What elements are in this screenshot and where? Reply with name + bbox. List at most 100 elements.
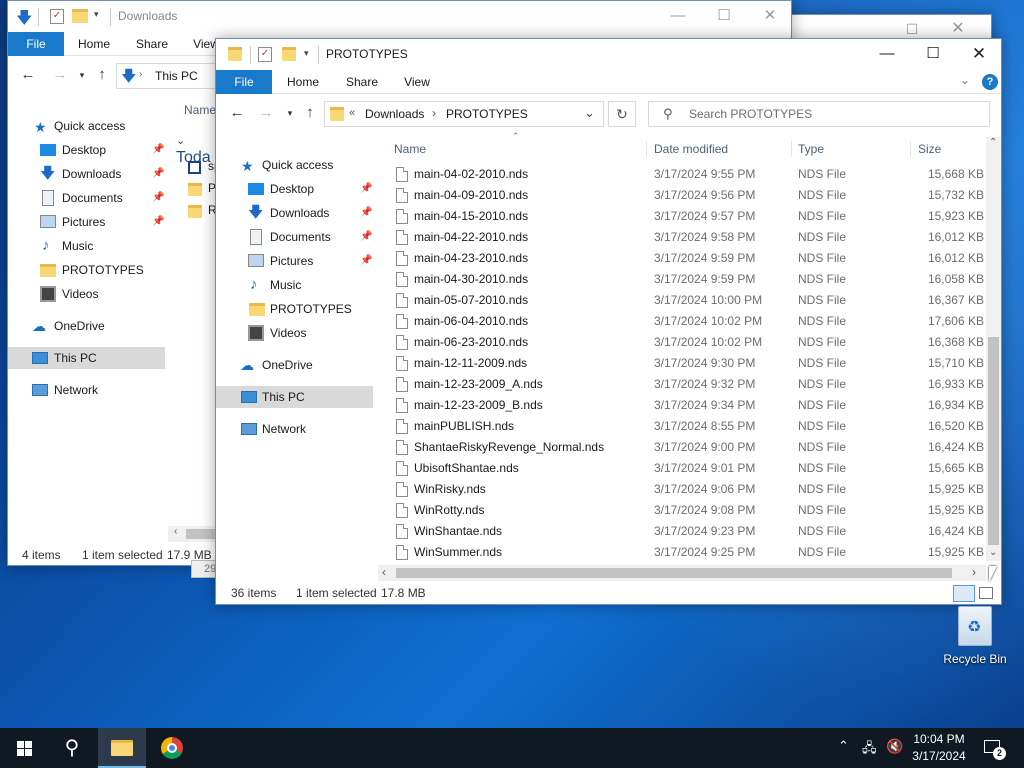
refresh-button[interactable]: ↻ — [608, 101, 636, 127]
search-button[interactable]: ⚲ — [48, 728, 96, 768]
nav-music[interactable]: ♪ Music — [216, 274, 376, 296]
up-arrow-icon[interactable]: ↑ — [300, 104, 320, 121]
show-hidden-icons-chevron-icon[interactable]: ⌃ — [838, 738, 849, 754]
customize-qa-chevron-icon[interactable]: ▾ — [94, 9, 99, 27]
horizontal-scrollbar[interactable]: ‹ — [168, 526, 218, 542]
table-row[interactable]: WinShantae.nds 3/17/2024 9:23 PM NDS File 1… — [386, 521, 986, 542]
nav-network[interactable]: Network — [216, 418, 376, 440]
scroll-right-icon[interactable]: › — [972, 565, 976, 579]
column-header-date[interactable]: Date modified — [654, 137, 784, 161]
column-header-name[interactable]: Name — [394, 137, 644, 161]
nav-quick-access[interactable]: ★ Quick access — [8, 115, 168, 137]
column-divider[interactable] — [791, 141, 792, 157]
nav-quick-access[interactable]: ★ Quick access — [216, 154, 376, 176]
up-arrow-icon[interactable]: ↑ — [92, 66, 112, 83]
table-row[interactable]: main-04-15-2010.nds 3/17/2024 9:57 PM NDS … — [386, 206, 986, 227]
recycle-bin[interactable]: ♻ Recycle Bin — [938, 600, 1012, 670]
breadcrumb-this-pc[interactable]: This PC — [155, 69, 198, 83]
pin-icon[interactable]: 📌 — [152, 211, 164, 233]
file-explorer-taskbar-button[interactable] — [98, 728, 146, 768]
network-status-icon[interactable]: 🖧 — [862, 739, 877, 761]
scrollbar-thumb[interactable] — [186, 529, 216, 539]
properties-icon[interactable]: ✓ — [258, 47, 272, 62]
column-divider[interactable] — [646, 141, 647, 157]
large-icons-view-icon[interactable] — [979, 587, 993, 599]
scroll-down-icon[interactable]: ⌄ — [989, 547, 997, 558]
nav-videos[interactable]: Videos — [216, 322, 376, 344]
start-button[interactable] — [0, 728, 48, 768]
minimize-button[interactable]: — — [655, 1, 701, 32]
table-row[interactable]: WinRisky.nds 3/17/2024 9:06 PM NDS File 15,… — [386, 479, 986, 500]
pin-icon[interactable]: 📌 — [360, 202, 372, 224]
nav-documents[interactable]: Documents 📌 — [8, 187, 168, 209]
table-row[interactable]: main-12-23-2009_A.nds 3/17/2024 9:32 PM ND… — [386, 374, 986, 395]
tab-share[interactable]: Share — [338, 70, 386, 94]
nav-prototypes[interactable]: PROTOTYPES — [8, 259, 168, 281]
tab-file[interactable]: File — [8, 32, 64, 56]
table-row[interactable]: main-12-11-2009.nds 3/17/2024 9:30 PM NDS … — [386, 353, 986, 374]
table-row[interactable]: main-06-04-2010.nds 3/17/2024 10:02 PM NDS… — [386, 311, 986, 332]
table-row[interactable]: main-12-23-2009_B.nds 3/17/2024 9:34 PM ND… — [386, 395, 986, 416]
pin-icon[interactable]: 📌 — [360, 178, 372, 200]
scrollbar-thumb[interactable] — [988, 337, 999, 545]
nav-downloads[interactable]: 🡇 Downloads 📌 — [216, 202, 376, 224]
scrollbar-thumb[interactable] — [396, 568, 952, 578]
folder-icon[interactable] — [72, 9, 88, 23]
customize-qa-chevron-icon[interactable]: ▾ — [304, 48, 309, 66]
tab-home[interactable]: Home — [278, 70, 328, 94]
forward-arrow-icon[interactable]: → — [50, 66, 70, 83]
close-button[interactable]: ✕ — [956, 39, 1001, 70]
back-arrow-icon[interactable]: ← — [18, 66, 38, 83]
close-button[interactable]: ✕ — [747, 1, 791, 32]
title-bar[interactable]: 🡇 ✓ ▾ Downloads — ☐ ✕ — [8, 1, 791, 32]
pin-icon[interactable]: 📌 — [152, 139, 164, 161]
back-arrow-icon[interactable]: ← — [227, 104, 247, 121]
table-row[interactable]: main-04-09-2010.nds 3/17/2024 9:56 PM NDS … — [386, 185, 986, 206]
forward-arrow-icon[interactable]: → — [256, 104, 276, 121]
scroll-left-icon[interactable]: ‹ — [174, 526, 177, 537]
maximize-button[interactable]: ☐ — [910, 39, 956, 70]
clock[interactable]: 10:04 PM 3/17/2024 — [906, 731, 972, 765]
maximize-button[interactable]: ☐ — [701, 1, 747, 32]
scroll-left-icon[interactable]: ‹ — [382, 565, 386, 579]
recent-locations-chevron-icon[interactable]: ▾ — [280, 108, 300, 119]
action-center-button[interactable]: 2 — [980, 736, 1006, 760]
column-header-name[interactable]: Name — [184, 103, 216, 117]
breadcrumb-downloads[interactable]: Downloads — [365, 107, 424, 121]
nav-documents[interactable]: Documents 📌 — [216, 226, 376, 248]
pin-icon[interactable]: 📌 — [152, 163, 164, 185]
title-bar[interactable]: ✓ ▾ PROTOTYPES — ☐ ✕ — [216, 39, 1001, 70]
nav-this-pc[interactable]: This PC — [216, 386, 373, 408]
address-bar[interactable]: « Downloads › PROTOTYPES ⌄ — [324, 101, 604, 127]
nav-prototypes[interactable]: PROTOTYPES — [216, 298, 376, 320]
table-row[interactable]: main-04-23-2010.nds 3/17/2024 9:59 PM NDS … — [386, 248, 986, 269]
scroll-up-icon[interactable]: ⌃ — [989, 137, 997, 148]
tab-view[interactable]: View — [396, 70, 438, 94]
recent-locations-chevron-icon[interactable]: ▾ — [72, 70, 92, 81]
table-row[interactable]: WinSummer.nds 3/17/2024 9:25 PM NDS File 15… — [386, 542, 986, 563]
volume-muted-icon[interactable]: 🔇 — [886, 738, 903, 755]
column-header-type[interactable]: Type — [798, 137, 898, 161]
column-header-size[interactable]: Size — [918, 137, 978, 161]
chrome-taskbar-button[interactable] — [148, 728, 196, 768]
table-row[interactable]: main-04-22-2010.nds 3/17/2024 9:58 PM NDS … — [386, 227, 986, 248]
nav-pictures[interactable]: Pictures 📌 — [8, 211, 168, 233]
nav-desktop[interactable]: Desktop 📌 — [216, 178, 376, 200]
nav-this-pc[interactable]: This PC — [8, 347, 165, 369]
table-row[interactable]: main-04-02-2010.nds 3/17/2024 9:55 PM NDS … — [386, 164, 986, 185]
address-dropdown-chevron-icon[interactable]: ⌄ — [584, 105, 595, 121]
nav-pictures[interactable]: Pictures 📌 — [216, 250, 376, 272]
help-icon[interactable]: ? — [982, 74, 998, 90]
pin-icon[interactable]: 📌 — [152, 187, 164, 209]
table-row[interactable]: main-05-07-2010.nds 3/17/2024 10:00 PM NDS… — [386, 290, 986, 311]
tab-share[interactable]: Share — [128, 32, 176, 56]
nav-onedrive[interactable]: ☁ OneDrive — [216, 354, 376, 376]
nav-network[interactable]: Network — [8, 379, 168, 401]
address-bar[interactable]: 🡇 › This PC — [116, 63, 216, 89]
column-divider[interactable] — [910, 141, 911, 157]
table-row[interactable]: main-04-30-2010.nds 3/17/2024 9:59 PM NDS … — [386, 269, 986, 290]
new-folder-icon[interactable] — [282, 47, 296, 61]
nav-music[interactable]: ♪ Music — [8, 235, 168, 257]
nav-videos[interactable]: Videos — [8, 283, 168, 305]
properties-icon[interactable]: ✓ — [50, 9, 64, 24]
